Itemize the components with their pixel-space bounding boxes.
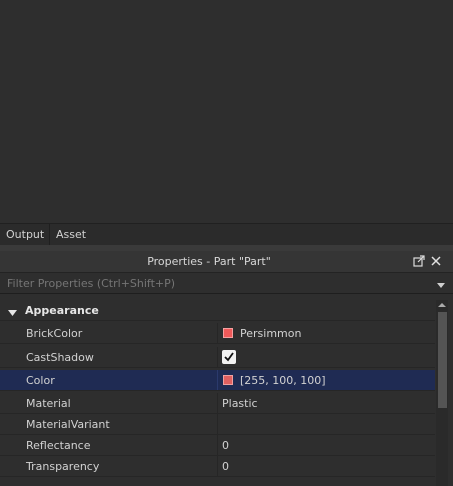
column-divider — [217, 370, 218, 390]
property-row-materialvariant[interactable]: MaterialVariant — [0, 414, 435, 435]
castshadow-checkbox[interactable] — [222, 350, 236, 364]
triangle-down-icon[interactable] — [8, 307, 17, 320]
color-swatch[interactable] — [223, 328, 233, 338]
column-divider — [217, 456, 218, 476]
property-row-color[interactable]: Color [255, 100, 100] — [0, 370, 435, 391]
column-divider — [217, 323, 218, 343]
property-name: Material — [26, 397, 71, 410]
property-row-material[interactable]: Material Plastic — [0, 393, 435, 414]
property-value[interactable]: Persimmon — [240, 323, 301, 344]
property-name: CastShadow — [26, 351, 94, 364]
filter-properties-input[interactable] — [0, 273, 430, 293]
undock-icon[interactable] — [412, 254, 426, 268]
category-appearance[interactable]: Appearance — [0, 300, 435, 321]
filter-bar — [0, 273, 453, 294]
property-value[interactable]: 0 — [222, 435, 229, 456]
property-name: MaterialVariant — [26, 418, 110, 431]
property-row-reflectance[interactable]: Reflectance 0 — [0, 435, 435, 456]
scroll-up-arrow-icon[interactable] — [436, 300, 448, 310]
column-divider — [217, 393, 218, 413]
close-icon[interactable] — [429, 254, 443, 268]
column-divider — [217, 347, 218, 367]
property-name: Color — [26, 374, 55, 387]
column-divider — [217, 414, 218, 434]
category-label: Appearance — [25, 304, 99, 317]
property-name: Reflectance — [26, 439, 91, 452]
properties-header: Properties - Part "Part" — [0, 251, 453, 273]
dropdown-arrow-icon[interactable] — [437, 279, 445, 292]
color-swatch[interactable] — [223, 375, 233, 385]
property-row-transparency[interactable]: Transparency 0 — [0, 456, 435, 477]
tab-output[interactable]: Output — [2, 224, 50, 246]
properties-title: Properties - Part "Part" — [147, 255, 271, 268]
output-panel-area — [0, 0, 453, 224]
property-row-brickcolor[interactable]: BrickColor Persimmon — [0, 323, 435, 344]
properties-scrollbar[interactable] — [436, 300, 448, 486]
property-name: BrickColor — [26, 327, 83, 340]
property-value[interactable]: 0 — [222, 456, 229, 477]
property-value[interactable]: [255, 100, 100] — [240, 370, 326, 391]
column-divider — [217, 435, 218, 455]
property-name: Transparency — [26, 460, 100, 473]
property-list: Appearance BrickColor Persimmon CastShad… — [0, 300, 435, 482]
property-value[interactable]: Plastic — [222, 393, 258, 414]
check-icon — [224, 352, 234, 362]
bottom-tab-bar: Output Asset Manager — [0, 223, 453, 263]
scrollbar-thumb[interactable] — [438, 312, 447, 408]
tab-asset-manager[interactable]: Asset Manager — [52, 224, 134, 263]
property-row-castshadow[interactable]: CastShadow — [0, 347, 435, 368]
